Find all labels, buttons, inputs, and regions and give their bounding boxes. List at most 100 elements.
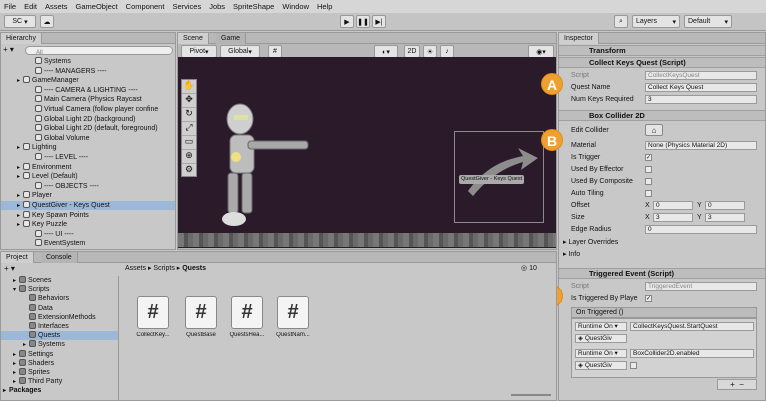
used-effector-checkbox[interactable] — [645, 166, 652, 173]
packages-folder[interactable]: ▸ Packages — [1, 386, 118, 395]
tab-inspector[interactable]: Inspector — [559, 33, 599, 44]
edge-radius-input[interactable]: 0 — [645, 225, 757, 234]
move-tool-icon[interactable]: ✥ — [182, 94, 196, 108]
search-icon[interactable]: ⌕ — [614, 15, 628, 28]
scale-tool-icon[interactable]: ⤢ — [182, 122, 196, 136]
hierarchy-item[interactable]: ▸ GameManager — [1, 76, 175, 85]
hierarchy-item[interactable]: Global Light 2D (background) — [1, 114, 175, 124]
add-icon[interactable]: + ▾ — [3, 45, 14, 54]
quest-giver-collider[interactable]: QuestGiver - Keys Quest — [454, 131, 544, 223]
scene-viewport[interactable]: ✋ ✥ ↻ ⤢ ▭ ⊕ ⚙ QuestGiver - Keys Quest — [178, 57, 556, 248]
hierarchy-item[interactable]: Virtual Camera (follow player confine — [1, 105, 175, 114]
hand-tool-icon[interactable]: ✋ — [182, 80, 196, 94]
hierarchy-item[interactable]: ▸ Lighting — [1, 143, 175, 152]
folder-item[interactable]: ▸ Settings — [1, 349, 118, 359]
function-dropdown-1[interactable]: CollectKeysQuest.StartQuest — [630, 322, 754, 331]
is-trigger-checkbox[interactable]: ✓ — [645, 154, 652, 161]
runtime-dropdown-2[interactable]: Runtime On ▾ — [575, 349, 627, 358]
material-field[interactable]: None (Physics Material 2D) — [645, 141, 757, 150]
folder-item[interactable]: Interfaces — [1, 322, 118, 331]
zoom-slider[interactable] — [511, 394, 551, 396]
menu-item-8[interactable]: Window — [282, 2, 309, 11]
hierarchy-item[interactable]: ---- UI ---- — [1, 229, 175, 239]
custom-tool-icon[interactable]: ⚙ — [182, 164, 196, 178]
object-field-1[interactable]: ◈ QuestGiv — [575, 334, 627, 343]
num-keys-input[interactable]: 3 — [645, 95, 757, 104]
hierarchy-item[interactable]: ▸ Environment — [1, 162, 175, 172]
quest-name-input[interactable]: Collect Keys Quest — [645, 83, 757, 92]
folder-item[interactable]: ▸ Shaders — [1, 358, 118, 368]
script-file-icon-1[interactable]: # — [137, 296, 169, 329]
step-icon[interactable]: ▶| — [372, 15, 386, 28]
folder-item[interactable]: ▾ Scripts — [1, 285, 118, 294]
layer-overrides-foldout[interactable]: ▸ Layer Overrides — [563, 238, 618, 246]
layout-dropdown[interactable]: Default ▾ — [684, 15, 732, 28]
hierarchy-item[interactable]: ▸ Key Puzzle — [1, 220, 175, 229]
cloud-icon[interactable]: ☁ — [40, 15, 54, 28]
script-file-icon-2[interactable]: # — [185, 296, 217, 329]
offset-y-input[interactable]: 0 — [705, 201, 745, 210]
account-button[interactable]: SC ▾ — [4, 15, 36, 28]
breadcrumb-assets[interactable]: Assets — [125, 265, 146, 272]
menu-item-2[interactable]: Assets — [45, 2, 68, 11]
menu-item-6[interactable]: Jobs — [209, 2, 225, 11]
folder-item[interactable]: Quests — [1, 331, 118, 341]
menu-item-0[interactable]: File — [4, 2, 16, 11]
breadcrumb-quests[interactable]: Quests — [182, 265, 206, 272]
transform-tool-icon[interactable]: ⊕ — [182, 150, 196, 164]
tab-game[interactable]: Game — [216, 33, 247, 44]
hierarchy-search-input[interactable]: All — [25, 46, 173, 56]
menu-item-7[interactable]: SpriteShape — [233, 2, 274, 11]
hierarchy-item[interactable]: ▸ QuestGiver - Keys Quest — [1, 201, 175, 210]
hierarchy-item[interactable]: ---- CAMERA & LIGHTING ---- — [1, 85, 175, 95]
info-foldout[interactable]: ▸ Info — [563, 250, 580, 258]
menu-item-1[interactable]: Edit — [24, 2, 37, 11]
folder-item[interactable]: Data — [1, 303, 118, 313]
hierarchy-item[interactable]: Systems — [1, 57, 175, 66]
tab-console[interactable]: Console — [41, 252, 78, 263]
menu-item-4[interactable]: Component — [126, 2, 165, 11]
object-field-2[interactable]: ◈ QuestGiv — [575, 361, 627, 370]
folder-item[interactable]: ▸ Systems — [1, 340, 118, 349]
folder-item[interactable]: ▸ Scenes — [1, 276, 118, 285]
hierarchy-item[interactable]: ---- LEVEL ---- — [1, 153, 175, 162]
hierarchy-item[interactable]: Global Volume — [1, 133, 175, 143]
used-composite-checkbox[interactable] — [645, 178, 652, 185]
menu-item-3[interactable]: GameObject — [76, 2, 118, 11]
pause-icon[interactable]: ❚❚ — [356, 15, 370, 28]
size-x-input[interactable]: 3 — [653, 213, 693, 222]
layers-dropdown[interactable]: Layers ▾ — [632, 15, 680, 28]
player-robot-sprite[interactable] — [208, 97, 318, 242]
is-triggered-checkbox[interactable]: ✓ — [645, 295, 652, 302]
runtime-dropdown-1[interactable]: Runtime On ▾ — [575, 322, 627, 331]
auto-tiling-checkbox[interactable] — [645, 190, 652, 197]
function-dropdown-2[interactable]: BoxCollider2D.enabled — [630, 349, 754, 358]
breadcrumb-scripts[interactable]: Scripts — [153, 265, 174, 272]
hierarchy-item[interactable]: EventSystem — [1, 239, 175, 248]
size-y-input[interactable]: 3 — [705, 213, 745, 222]
folder-item[interactable]: ▸ Third Party — [1, 377, 118, 386]
collect-keys-header[interactable]: Collect Keys Quest (Script) — [559, 57, 765, 68]
folder-item[interactable]: ▸ Sprites — [1, 368, 118, 377]
menu-item-5[interactable]: Services — [172, 2, 201, 11]
edit-collider-button[interactable]: ⌂ — [645, 124, 663, 136]
hierarchy-item[interactable]: ▸ Player — [1, 191, 175, 200]
tab-scene[interactable]: Scene — [178, 33, 209, 44]
tab-hierarchy[interactable]: Hierarchy — [1, 33, 42, 44]
tab-project[interactable]: Project — [1, 252, 34, 263]
box-collider-header[interactable]: Box Collider 2D — [559, 110, 765, 121]
offset-x-input[interactable]: 0 — [653, 201, 693, 210]
folder-item[interactable]: ExtensionMethods — [1, 312, 118, 322]
hierarchy-item[interactable]: ▸ Key Spawn Points — [1, 210, 175, 220]
enabled-checkbox[interactable] — [630, 362, 637, 369]
hierarchy-item[interactable]: Main Camera (Physics Raycast — [1, 95, 175, 104]
script-file-icon-4[interactable]: # — [277, 296, 309, 329]
triggered-event-header[interactable]: Triggered Event (Script) — [559, 268, 765, 279]
project-add-icon[interactable]: + ▾ — [4, 264, 15, 273]
add-remove-event-buttons[interactable]: + − — [717, 379, 757, 390]
hierarchy-item[interactable]: ---- OBJECTS ---- — [1, 181, 175, 191]
folder-item[interactable]: Behaviors — [1, 294, 118, 303]
menu-item-9[interactable]: Help — [317, 2, 332, 11]
script-file-icon-3[interactable]: # — [231, 296, 263, 329]
transform-header[interactable]: Transform — [559, 45, 765, 56]
